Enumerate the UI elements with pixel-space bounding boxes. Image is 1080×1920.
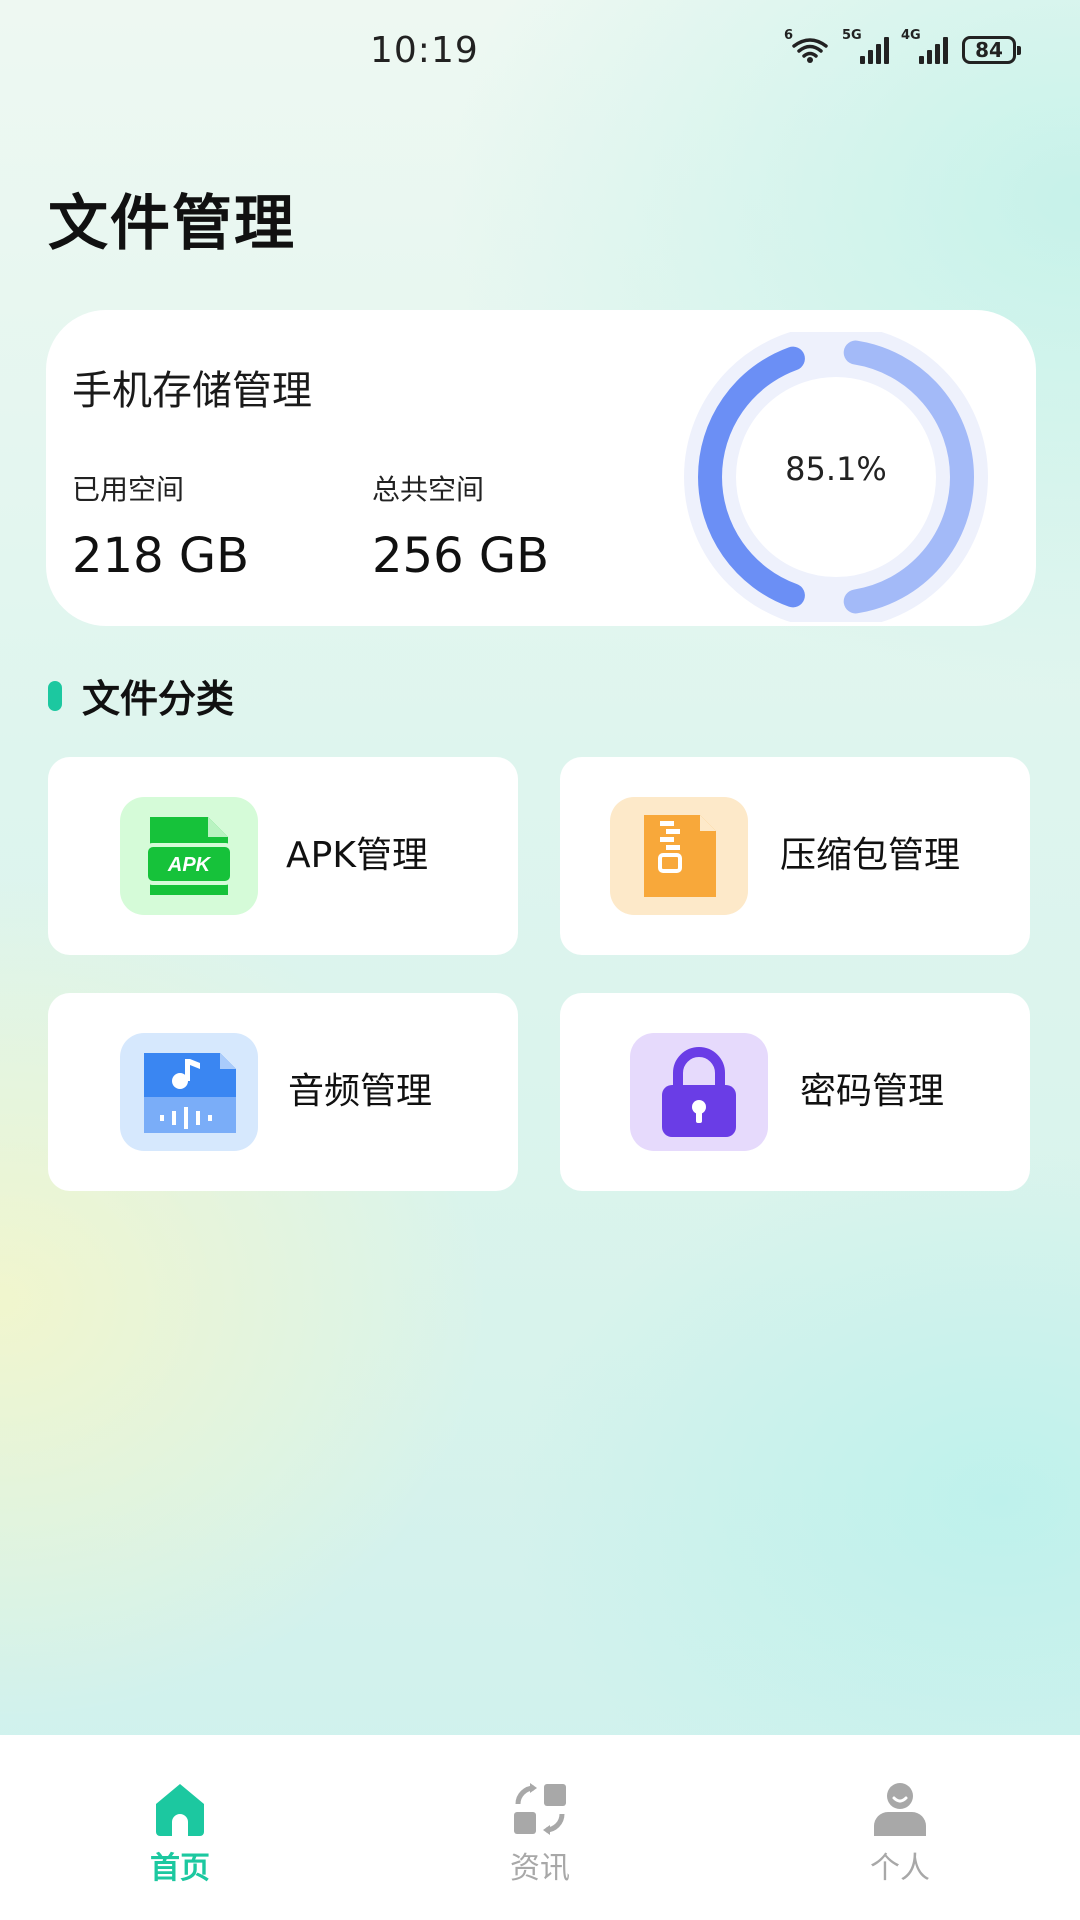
cellular-signal-4g-icon: 4G — [901, 28, 948, 64]
category-tile-apk[interactable]: APK APK管理 — [48, 757, 518, 955]
svg-text:APK: APK — [167, 854, 212, 876]
storage-title: 手机存储管理 — [72, 368, 312, 414]
status-time: 10:19 — [370, 30, 479, 71]
audio-file-icon — [120, 1033, 258, 1151]
page-title: 文件管理 — [48, 189, 296, 259]
used-space-value: 218 GB — [72, 528, 249, 584]
file-category-header: 文件分类 — [48, 668, 234, 723]
status-icons: 6 5G 4G 84 — [784, 28, 1021, 64]
storage-card[interactable]: 手机存储管理 已用空间 218 GB 总共空间 256 GB 85.1% — [46, 310, 1036, 626]
lock-icon — [630, 1033, 768, 1151]
news-icon — [514, 1783, 566, 1835]
total-space-value: 256 GB — [372, 528, 549, 584]
nav-item-news[interactable]: 资讯 — [440, 1735, 640, 1920]
battery-icon: 84 — [962, 36, 1021, 64]
category-tile-password[interactable]: 密码管理 — [560, 993, 1030, 1191]
storage-percent: 85.1% — [785, 450, 887, 488]
section-title: 文件分类 — [82, 677, 235, 721]
category-label-audio: 音频管理 — [288, 1071, 433, 1112]
category-label-zip: 压缩包管理 — [780, 835, 961, 876]
nav-item-home[interactable]: 首页 — [80, 1735, 280, 1920]
battery-level: 84 — [975, 38, 1003, 62]
home-icon — [156, 1784, 204, 1836]
nav-label-home: 首页 — [150, 1851, 210, 1886]
category-tile-audio[interactable]: 音频管理 — [48, 993, 518, 1191]
status-bar: 10:19 6 5G 4G 84 — [0, 0, 1080, 110]
zip-file-icon — [610, 797, 748, 915]
category-label-apk: APK管理 — [286, 835, 428, 876]
category-tile-zip[interactable]: 压缩包管理 — [560, 757, 1030, 955]
apk-file-icon: APK — [120, 797, 258, 915]
section-marker — [48, 680, 62, 711]
wifi-icon: 6 — [784, 28, 830, 64]
cellular-signal-5g-icon: 5G — [842, 28, 889, 64]
nav-label-profile: 个人 — [870, 1851, 930, 1886]
used-space-label: 已用空间 — [72, 473, 185, 506]
category-label-password: 密码管理 — [800, 1071, 945, 1112]
bottom-nav: 首页 资讯 个人 — [0, 1735, 1080, 1920]
nav-item-profile[interactable]: 个人 — [800, 1735, 1000, 1920]
nav-label-news: 资讯 — [510, 1851, 570, 1886]
total-space-label: 总共空间 — [372, 473, 485, 506]
person-icon — [874, 1783, 926, 1836]
